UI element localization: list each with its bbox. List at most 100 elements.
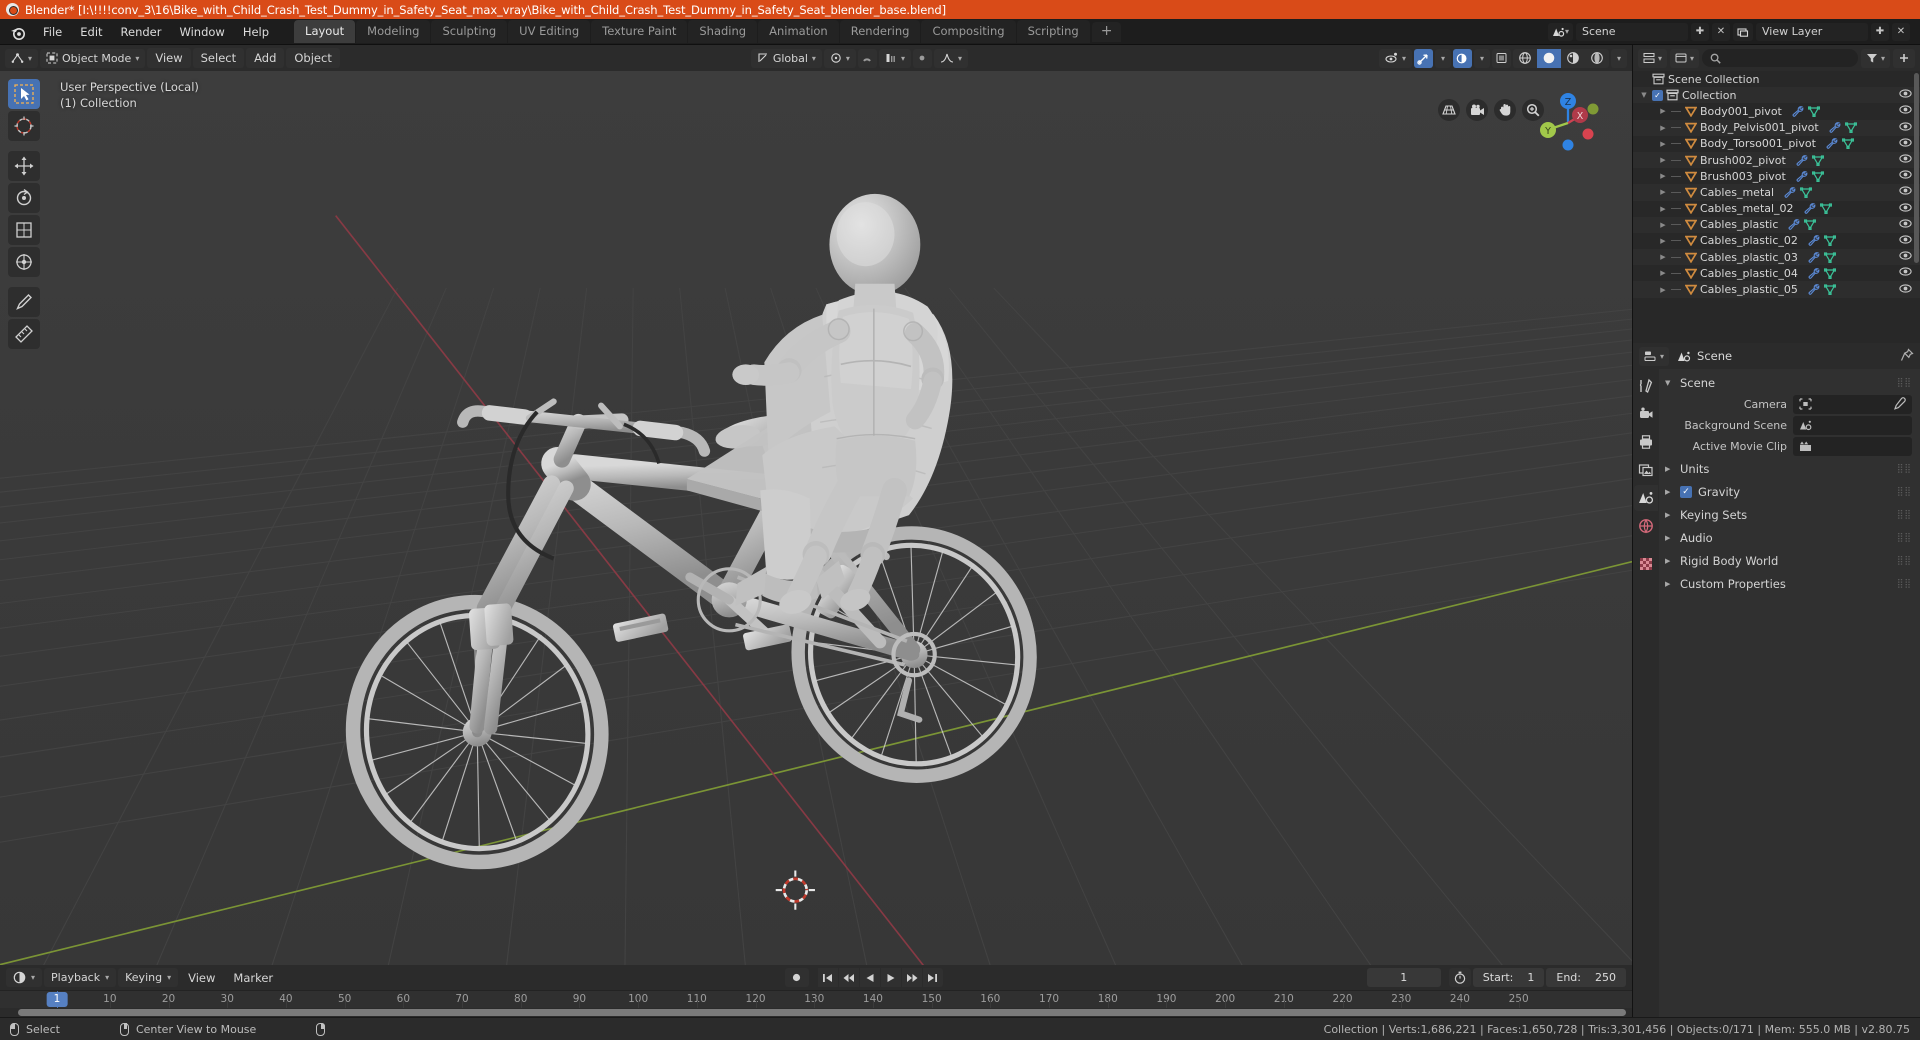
jump-to-next-keyframe-icon[interactable]: [901, 968, 922, 987]
workspace-tab-modeling[interactable]: Modeling: [356, 20, 431, 43]
proportional-edit-icon[interactable]: [912, 48, 932, 68]
outliner-row-object[interactable]: ▶ Cables_metal_02: [1633, 201, 1920, 217]
current-frame-field[interactable]: 1: [1366, 968, 1441, 987]
eye-icon[interactable]: [1899, 283, 1912, 294]
proportional-falloff-dropdown[interactable]: ▾: [933, 48, 968, 68]
outliner-row-scene-collection[interactable]: Scene Collection: [1633, 71, 1920, 87]
outliner-display-mode-icon[interactable]: ▾: [1670, 48, 1700, 68]
panel-rigid-body-world-header[interactable]: ▶ Rigid Body World ⣿⣿: [1659, 551, 1920, 571]
expand-triangle-icon[interactable]: ▶: [1658, 124, 1668, 132]
tool-tweak-select-box[interactable]: [8, 79, 40, 109]
viewport-menu-view[interactable]: View: [147, 48, 191, 68]
workspace-tab-texture-paint[interactable]: Texture Paint: [591, 20, 688, 43]
expand-triangle-icon[interactable]: ▶: [1658, 107, 1668, 115]
outliner-row-object[interactable]: ▶ Brush003_pivot: [1633, 168, 1920, 184]
eye-icon[interactable]: [1899, 153, 1912, 164]
outliner-row-object[interactable]: ▶ Brush002_pivot: [1633, 151, 1920, 169]
properties-tab-texture[interactable]: [1634, 551, 1658, 577]
expand-triangle-icon[interactable]: ▶: [1658, 253, 1668, 261]
menu-file[interactable]: File: [34, 22, 71, 42]
workspace-tab-sculpting[interactable]: Sculpting: [431, 20, 508, 43]
grid-perspective-icon[interactable]: [1438, 99, 1460, 121]
outliner-scrollbar[interactable]: [1914, 73, 1919, 263]
shading-material-icon[interactable]: [1561, 49, 1585, 68]
collection-checkbox[interactable]: ✓: [1652, 89, 1663, 101]
hand-icon[interactable]: [1494, 99, 1516, 121]
outliner-search-input[interactable]: [1702, 49, 1858, 67]
workspace-tab-animation[interactable]: Animation: [758, 20, 839, 43]
active-movie-clip-field[interactable]: [1793, 436, 1912, 456]
outliner-row-object[interactable]: ▶ Cables_metal: [1633, 184, 1920, 201]
expand-triangle-icon[interactable]: ▶: [1658, 286, 1668, 294]
navigation-gizmo[interactable]: Z Y X: [1536, 89, 1600, 153]
object-mode-dropdown[interactable]: Object Mode ▾: [40, 48, 146, 68]
workspace-tab-shading[interactable]: Shading: [688, 20, 758, 43]
menu-edit[interactable]: Edit: [71, 22, 111, 42]
shading-wireframe-icon[interactable]: [1513, 49, 1537, 68]
snap-target-dropdown[interactable]: ▾: [878, 48, 911, 68]
xray-toggle-icon[interactable]: [1491, 48, 1511, 68]
panel-keying-sets-header[interactable]: ▶ Keying Sets ⣿⣿: [1659, 505, 1920, 525]
workspace-tab-compositing[interactable]: Compositing: [921, 20, 1016, 43]
tool-measure[interactable]: [8, 319, 40, 349]
panel-units-header[interactable]: ▶ Units ⣿⣿: [1659, 459, 1920, 479]
eyedropper-icon[interactable]: [1893, 395, 1906, 414]
timeline-scrollbar[interactable]: [0, 1008, 1632, 1017]
eye-icon[interactable]: [1899, 250, 1912, 261]
workspace-tab-scripting[interactable]: Scripting: [1016, 20, 1090, 43]
eye-icon[interactable]: [1899, 88, 1912, 99]
properties-tab-render[interactable]: [1634, 401, 1658, 427]
expand-triangle-icon[interactable]: ▶: [1658, 205, 1668, 213]
timeline-ruler[interactable]: 1 10 20 30 40 50 60 70 80 90 100 110 120 130 140 150 16…: [0, 990, 1632, 1017]
new-view-layer-icon[interactable]: ✚: [1871, 22, 1889, 41]
timeline-menu-view[interactable]: View: [180, 968, 223, 988]
workspace-tab-uv-editing[interactable]: UV Editing: [508, 20, 591, 43]
eye-icon[interactable]: [1899, 137, 1912, 148]
eye-icon[interactable]: [1899, 266, 1912, 277]
eye-icon[interactable]: [1899, 185, 1912, 196]
workspace-tab-rendering[interactable]: Rendering: [839, 20, 921, 43]
overlays-icon[interactable]: [1452, 48, 1472, 68]
timeline-current-frame-badge[interactable]: 1: [46, 992, 68, 1007]
blender-menu-icon[interactable]: [8, 22, 28, 42]
overlays-settings-dropdown[interactable]: ▾: [1473, 48, 1490, 68]
expand-triangle-icon[interactable]: ▶: [1658, 156, 1668, 164]
properties-tab-view-layer[interactable]: [1634, 457, 1658, 483]
properties-tab-output[interactable]: [1634, 429, 1658, 455]
properties-editor-type-icon[interactable]: ▾: [1639, 346, 1670, 366]
expand-triangle-icon[interactable]: ▶: [1658, 172, 1668, 180]
pin-icon[interactable]: [1900, 347, 1914, 366]
menu-render[interactable]: Render: [112, 22, 171, 42]
play-icon[interactable]: [880, 968, 901, 987]
snap-magnet-icon[interactable]: [857, 48, 877, 68]
play-reverse-icon[interactable]: [859, 968, 880, 987]
tool-transform[interactable]: [8, 247, 40, 277]
properties-tab-world[interactable]: [1634, 513, 1658, 539]
panel-scene-header[interactable]: ▼ Scene ⣿⣿: [1659, 373, 1920, 393]
frame-range-end[interactable]: End: 250: [1546, 968, 1626, 987]
eye-icon[interactable]: [1899, 202, 1912, 213]
jump-to-end-icon[interactable]: [922, 968, 943, 987]
panel-custom-properties-header[interactable]: ▶ Custom Properties ⣿⣿: [1659, 574, 1920, 594]
panel-audio-header[interactable]: ▶ Audio ⣿⣿: [1659, 528, 1920, 548]
expand-triangle-icon[interactable]: ▶: [1658, 269, 1668, 277]
chevron-down-icon[interactable]: ▼: [1639, 91, 1649, 99]
timeline-menu-playback[interactable]: Playback ▾: [44, 968, 117, 987]
expand-triangle-icon[interactable]: ▶: [1658, 221, 1668, 229]
eye-icon[interactable]: [1899, 104, 1912, 115]
background-scene-field[interactable]: [1793, 415, 1912, 435]
timeline-scrollbar-thumb[interactable]: [18, 1009, 1626, 1016]
gizmo-settings-dropdown[interactable]: ▾: [1434, 48, 1451, 68]
panel-checkbox[interactable]: ✓: [1680, 486, 1692, 498]
eye-icon[interactable]: [1899, 121, 1912, 132]
jump-to-prev-keyframe-icon[interactable]: [838, 968, 859, 987]
object-types-visibility-icon[interactable]: ▾: [1378, 48, 1412, 68]
properties-tab-scene[interactable]: [1634, 485, 1658, 511]
outliner-row-object[interactable]: ▶ Body_Torso001_pivot: [1633, 136, 1920, 152]
timeline-menu-marker[interactable]: Marker: [225, 968, 281, 988]
shading-rendered-icon[interactable]: [1585, 49, 1609, 68]
unlink-scene-icon[interactable]: ✕: [1712, 22, 1730, 41]
tool-cursor[interactable]: [8, 111, 40, 141]
3d-viewport[interactable]: User Perspective (Local) (1) Collection: [0, 71, 1632, 965]
tool-rotate[interactable]: [8, 183, 40, 213]
